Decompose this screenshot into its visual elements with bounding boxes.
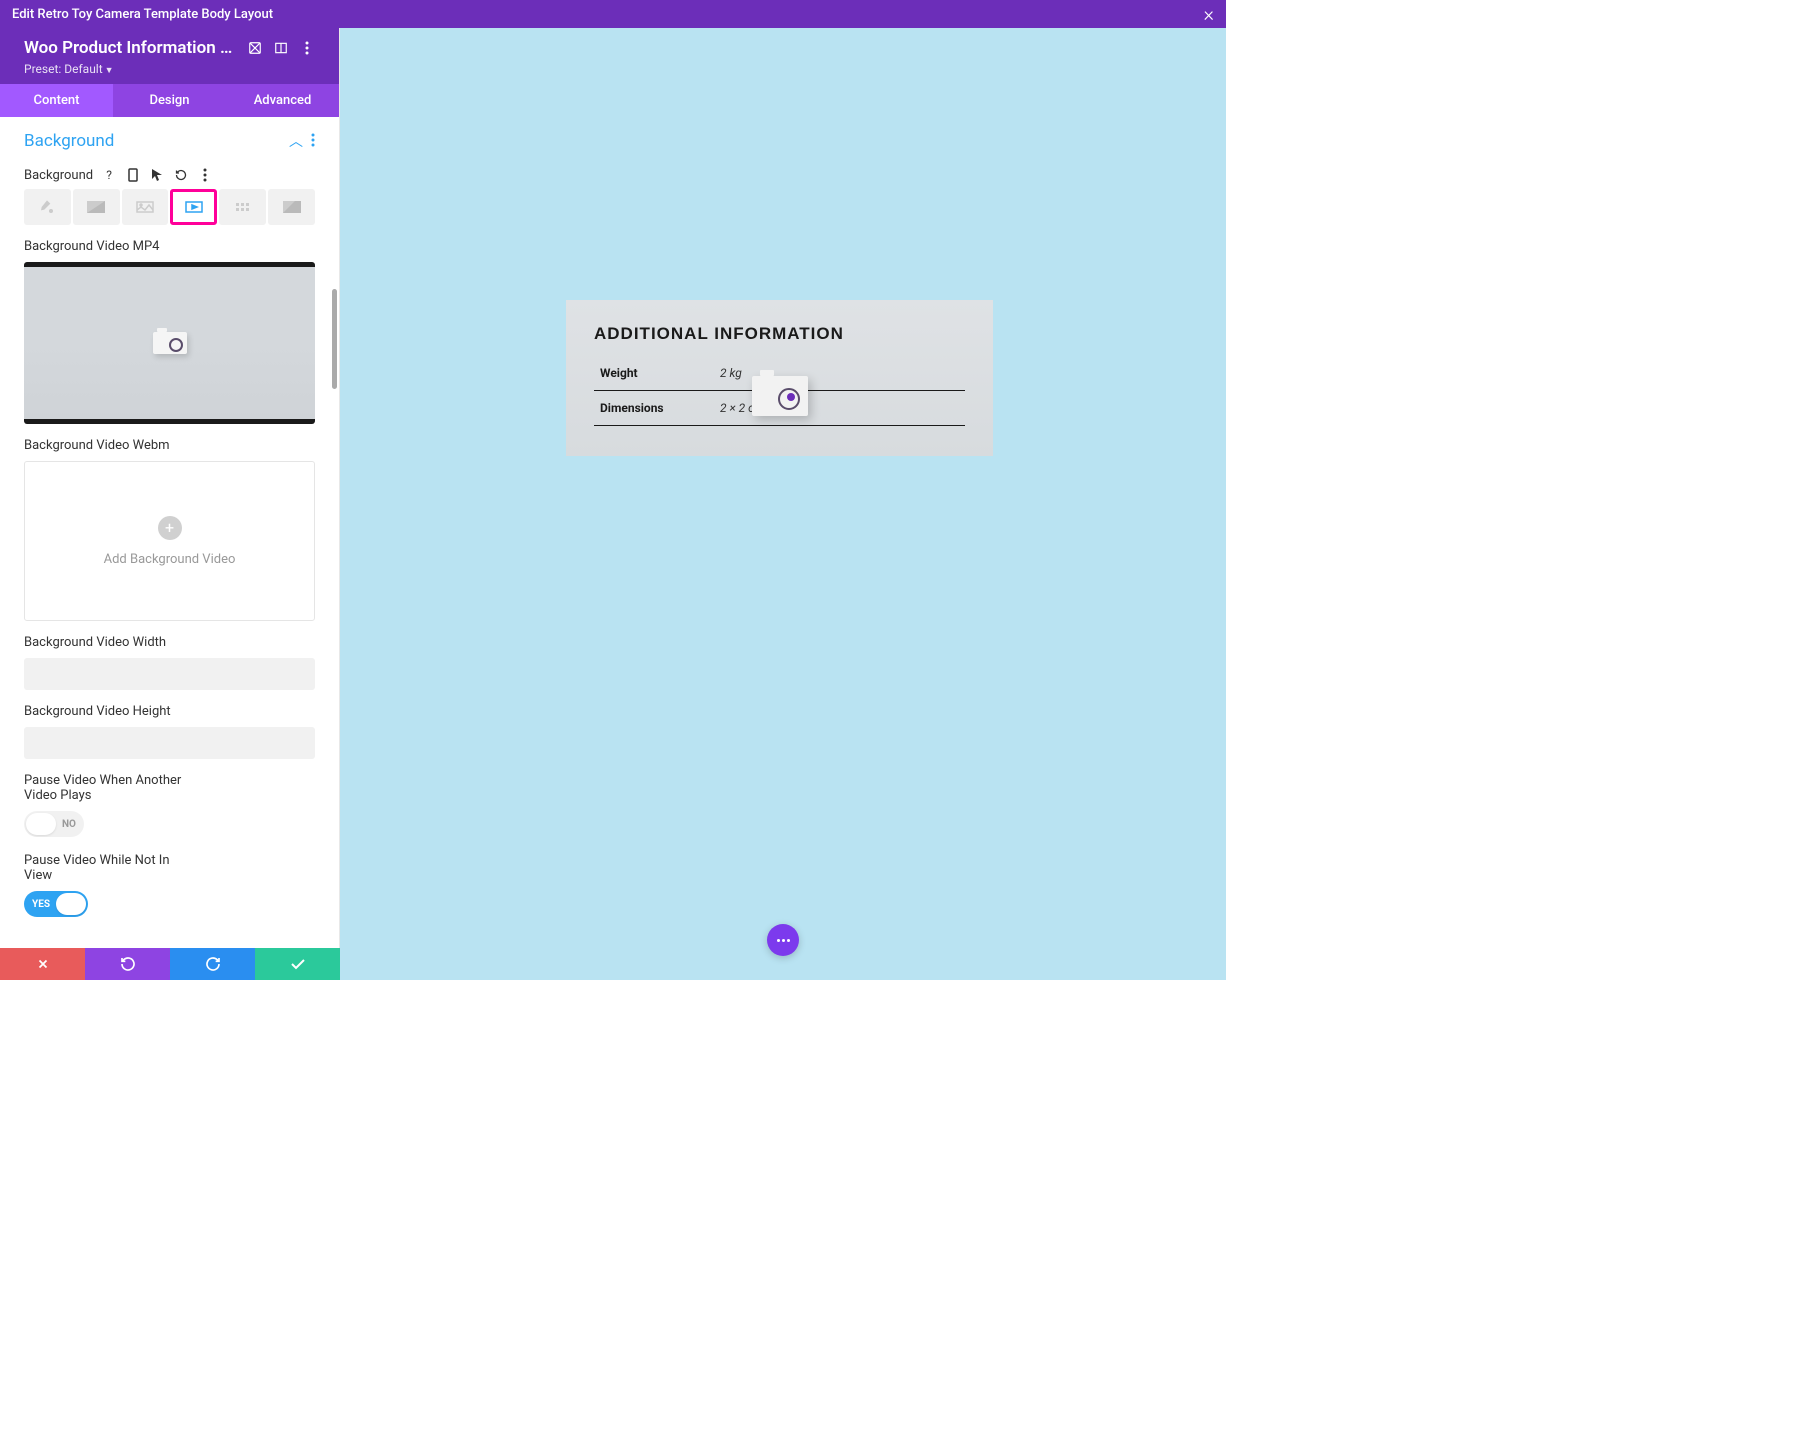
preset-selector[interactable]: Preset: Default▼ <box>24 62 315 76</box>
settings-sidebar: Woo Product Information S... Preset: Def… <box>0 28 340 980</box>
bg-type-pattern[interactable] <box>219 189 266 225</box>
expand-icon[interactable] <box>247 40 263 56</box>
background-label-row: Background ? <box>24 167 315 183</box>
row-key: Dimensions <box>600 401 720 415</box>
bg-type-mask[interactable] <box>268 189 315 225</box>
bg-video-webm-label: Background Video Webm <box>24 438 315 453</box>
camera-icon <box>153 332 187 354</box>
bg-video-height-input[interactable] <box>24 727 315 759</box>
panel-header: Background ︿ <box>0 117 339 159</box>
row-val: 2 kg <box>720 366 742 380</box>
bg-video-width-label: Background Video Width <box>24 635 315 650</box>
pause-another-label: Pause Video When Another Video Plays <box>24 773 194 803</box>
panel-title: Background <box>24 131 289 151</box>
kebab-icon[interactable] <box>299 40 315 56</box>
hover-icon[interactable] <box>149 167 165 183</box>
background-label: Background <box>24 168 93 183</box>
bg-type-gradient[interactable] <box>73 189 120 225</box>
redo-button[interactable] <box>170 948 255 980</box>
camera-icon <box>752 376 808 416</box>
template-title: Edit Retro Toy Camera Template Body Layo… <box>12 7 1204 22</box>
cancel-button[interactable] <box>0 948 85 980</box>
tab-design[interactable]: Design <box>113 84 226 117</box>
scrollbar-thumb[interactable] <box>332 289 337 389</box>
bg-video-mp4-label: Background Video MP4 <box>24 239 315 254</box>
upload-text: Add Background Video <box>104 552 236 567</box>
tab-advanced[interactable]: Advanced <box>226 84 339 117</box>
info-title: ADDITIONAL INFORMATION <box>594 324 965 344</box>
module-header: Woo Product Information S... Preset: Def… <box>0 28 339 84</box>
main-area: Woo Product Information S... Preset: Def… <box>0 28 1226 980</box>
page-options-fab[interactable] <box>767 924 799 956</box>
undo-button[interactable] <box>85 948 170 980</box>
bg-type-video[interactable] <box>170 189 217 225</box>
row-key: Weight <box>600 366 720 380</box>
responsive-icon[interactable] <box>125 167 141 183</box>
toggle-label: NO <box>58 819 84 830</box>
bottom-actions <box>0 948 340 980</box>
close-icon[interactable]: × <box>1204 2 1214 26</box>
module-title: Woo Product Information S... <box>24 38 237 58</box>
pause-notinview-toggle[interactable]: YES <box>24 891 88 917</box>
reset-icon[interactable] <box>173 167 189 183</box>
bg-type-image[interactable] <box>122 189 169 225</box>
toggle-label: YES <box>24 899 54 910</box>
pause-another-toggle[interactable]: NO <box>24 811 84 837</box>
tab-content[interactable]: Content <box>0 84 113 117</box>
kebab-icon[interactable] <box>311 132 315 151</box>
preset-label: Preset: Default <box>24 62 103 76</box>
save-button[interactable] <box>255 948 340 980</box>
help-icon[interactable]: ? <box>101 167 117 183</box>
bg-video-mp4-preview[interactable] <box>24 262 315 424</box>
pause-notinview-label: Pause Video While Not In View <box>24 853 184 883</box>
bg-type-color[interactable] <box>24 189 71 225</box>
bg-video-height-label: Background Video Height <box>24 704 315 719</box>
settings-scroll[interactable]: Background ? Background Video MP4 Backgr… <box>0 159 339 980</box>
product-info-module[interactable]: ADDITIONAL INFORMATION Weight 2 kg Dimen… <box>566 300 993 456</box>
settings-tabs: Content Design Advanced <box>0 84 339 117</box>
background-type-tabs <box>24 189 315 225</box>
plus-icon: + <box>158 516 182 540</box>
kebab-icon[interactable] <box>197 167 213 183</box>
title-bar: Edit Retro Toy Camera Template Body Layo… <box>0 0 1226 28</box>
bg-video-width-input[interactable] <box>24 658 315 690</box>
preview-pane: ADDITIONAL INFORMATION Weight 2 kg Dimen… <box>340 28 1226 980</box>
collapse-icon[interactable]: ︿ <box>289 131 303 151</box>
columns-icon[interactable] <box>273 40 289 56</box>
bg-video-webm-upload[interactable]: + Add Background Video <box>24 461 315 621</box>
